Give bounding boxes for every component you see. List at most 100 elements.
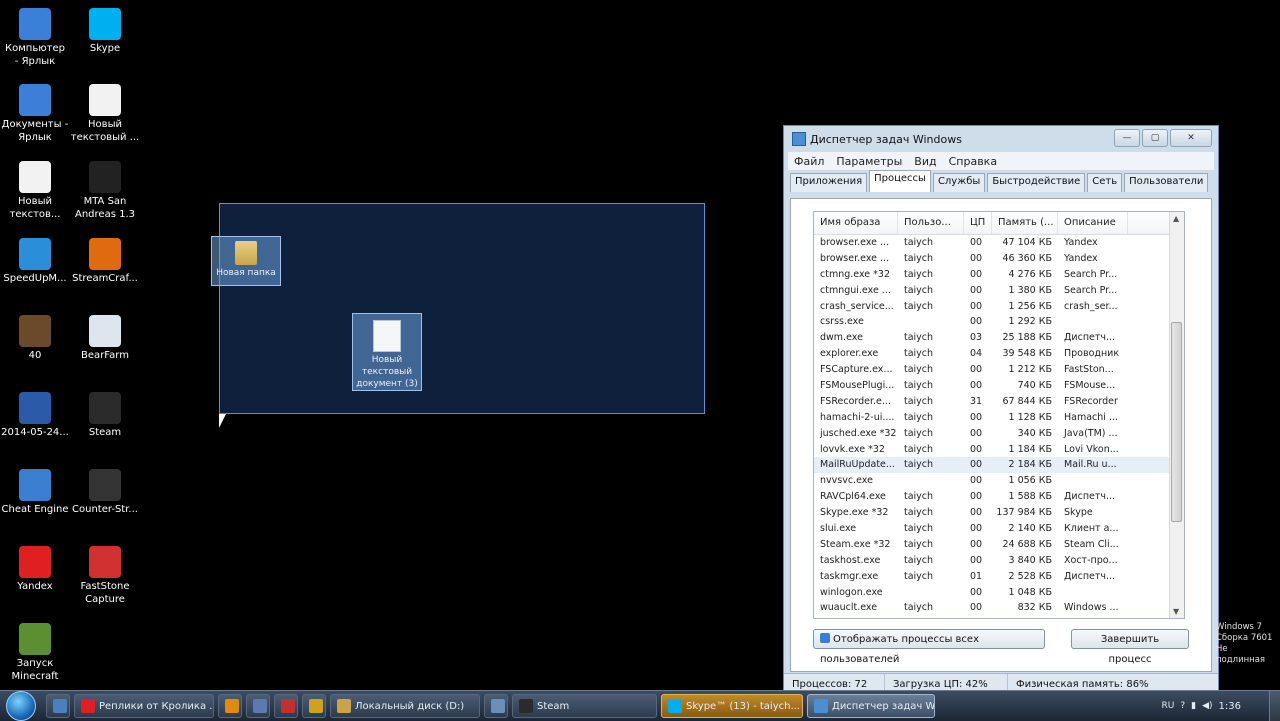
start-button[interactable] xyxy=(0,691,42,721)
desktop-icon[interactable]: Новый текстов... xyxy=(0,161,70,221)
menu-options[interactable]: Параметры xyxy=(836,155,902,168)
table-row[interactable]: explorer.exe taiych 04 39 548 КБ Проводник xyxy=(814,346,1184,362)
taskbar-button[interactable]: Skype™ (13) - taiych... xyxy=(661,694,803,718)
scroll-down-icon[interactable]: ▼ xyxy=(1173,607,1179,616)
tab-network[interactable]: Сеть xyxy=(1087,173,1123,192)
help-icon[interactable]: ? xyxy=(1180,701,1185,711)
selected-folder[interactable]: Новая папка xyxy=(211,236,281,286)
desktop-icon[interactable]: 2014-05-24... xyxy=(0,392,70,439)
table-cell: Search Pr... xyxy=(1064,284,1118,296)
yandex-browser-icon xyxy=(81,699,95,713)
table-row[interactable]: crash_service... taiych 00 1 256 КБ crash_se… xyxy=(814,299,1184,315)
close-button[interactable]: ✕ xyxy=(1170,129,1212,147)
desktop-icon[interactable]: Новый текстовый ... xyxy=(70,84,140,144)
desktop-icon[interactable]: Counter-Str... xyxy=(70,469,140,516)
table-row[interactable]: RAVCpl64.exe taiych 00 1 588 КБ Диспетч... xyxy=(814,489,1184,505)
table-row[interactable]: FSCapture.ex... taiych 00 1 212 КБ FastSton.… xyxy=(814,362,1184,378)
table-row[interactable]: winlogon.exe 00 1 048 КБ xyxy=(814,585,1184,601)
table-row[interactable]: taskhost.exe taiych 00 3 840 КБ Хост-про... xyxy=(814,553,1184,569)
table-row[interactable]: csrss.exe 00 1 292 КБ xyxy=(814,314,1184,330)
menu-view[interactable]: Вид xyxy=(914,155,936,168)
minimize-button[interactable]: — xyxy=(1114,129,1140,147)
desktop-icon[interactable]: Запуск Minecraft xyxy=(0,623,70,683)
column-cpu[interactable]: ЦП xyxy=(964,212,992,234)
table-row[interactable]: wuauclt.exe taiych 00 832 КБ Windows ... xyxy=(814,600,1184,616)
scroll-up-icon[interactable]: ▲ xyxy=(1173,214,1179,223)
taskbar-button[interactable] xyxy=(218,694,242,718)
table-cell: taiych xyxy=(904,284,934,296)
end-process-button[interactable]: Завершить процесс xyxy=(1071,629,1189,665)
table-cell xyxy=(898,473,964,489)
desktop-icon[interactable]: Cheat Engine xyxy=(0,469,70,516)
tab-services[interactable]: Службы xyxy=(932,173,986,192)
desktop-icon[interactable]: Документы - Ярлык xyxy=(0,84,70,144)
desktop-icon[interactable]: Компьютер - Ярлык xyxy=(0,8,70,68)
tab-performance[interactable]: Быстродействие xyxy=(987,173,1086,192)
menu-file[interactable]: Файл xyxy=(794,155,824,168)
table-row[interactable]: FSMousePlugi... taiych 00 740 КБ FSMouse... xyxy=(814,378,1184,394)
table-row[interactable]: taskmgr.exe taiych 01 2 528 КБ Диспетч... xyxy=(814,569,1184,585)
table-cell: browser.exe ... xyxy=(820,237,890,248)
volume-icon[interactable]: ◀) xyxy=(1202,701,1212,711)
taskbar-button[interactable] xyxy=(274,694,298,718)
table-row[interactable]: MailRuUpdate... taiych 00 2 184 КБ Mail.Ru u… xyxy=(814,457,1184,474)
taskbar-button[interactable] xyxy=(484,694,508,718)
selected-text-document[interactable]: Новый текстовый документ (3) xyxy=(352,313,422,391)
task-manager-window[interactable]: Диспетчер задач Windows — ▢ ✕ Файл Парам… xyxy=(783,125,1219,697)
table-row[interactable]: lovvk.exe *32 taiych 00 1 184 КБ Lovi Vkon..… xyxy=(814,442,1184,458)
table-row[interactable]: ctmng.exe *32 taiych 00 4 276 КБ Search Pr..… xyxy=(814,267,1184,283)
table-row[interactable]: slui.exe taiych 00 2 140 КБ Клиент а... xyxy=(814,521,1184,537)
table-cell: 39 548 КБ xyxy=(1002,348,1052,360)
desktop-icon[interactable]: Steam xyxy=(70,392,140,439)
column-user[interactable]: Пользо... xyxy=(898,212,964,234)
column-image-name[interactable]: Имя образа xyxy=(814,212,898,234)
process-table[interactable]: Имя образа Пользо... ЦП Память (... Опис… xyxy=(813,211,1185,619)
desktop-icon[interactable]: MTA San Andreas 1.3 xyxy=(70,161,140,221)
desktop-icon[interactable]: 40 xyxy=(0,315,70,362)
table-row[interactable]: Steam.exe *32 taiych 00 24 688 КБ Steam Cli.… xyxy=(814,537,1184,553)
tab-processes[interactable]: Процессы xyxy=(869,170,931,192)
taskbar-button[interactable]: Steam xyxy=(512,694,657,718)
table-row[interactable]: jusched.exe *32 taiych 00 340 КБ Java(TM) ..… xyxy=(814,426,1184,442)
show-all-processes-button[interactable]: Отображать процессы всех пользователей xyxy=(813,629,1045,665)
desktop-icon-label: FastStone Capture xyxy=(80,581,130,605)
table-row[interactable]: browser.exe ... taiych 00 47 104 КБ Yandex xyxy=(814,235,1184,251)
desktop-icon[interactable]: Skype xyxy=(70,8,140,55)
taskbar-button[interactable]: Локальный диск (D:) xyxy=(330,694,480,718)
table-row[interactable]: hamachi-2-ui.... taiych 00 1 128 КБ Hamachi … xyxy=(814,410,1184,426)
table-row[interactable]: browser.exe ... taiych 00 46 360 КБ Yandex xyxy=(814,251,1184,267)
tab-applications[interactable]: Приложения xyxy=(790,173,868,192)
maximize-button[interactable]: ▢ xyxy=(1142,129,1168,147)
taskbar-button[interactable] xyxy=(246,694,270,718)
show-desktop-button[interactable] xyxy=(1269,691,1280,721)
taskbar-button[interactable]: Диспетчер задач W... xyxy=(807,694,935,718)
table-row[interactable]: ctmngui.exe ... taiych 00 1 380 КБ Search Pr… xyxy=(814,283,1184,299)
column-memory[interactable]: Память (... xyxy=(992,212,1058,234)
vertical-scrollbar[interactable]: ▲ ▼ xyxy=(1169,212,1184,618)
desktop-icon[interactable]: SpeedUpM... xyxy=(0,238,70,285)
taskbar-button[interactable] xyxy=(302,694,326,718)
speedup-icon xyxy=(19,238,51,270)
menu-help[interactable]: Справка xyxy=(949,155,997,168)
desktop-icon[interactable]: Yandex xyxy=(0,546,70,593)
taskbar-button[interactable]: Реплики от Кролика ... xyxy=(74,694,214,718)
desktop-icon[interactable]: BearFarm xyxy=(70,315,140,362)
taskbar-button[interactable] xyxy=(46,694,70,718)
column-description[interactable]: Описание xyxy=(1058,212,1128,234)
table-row[interactable]: FSRecorder.e... taiych 31 67 844 КБ FSRecord… xyxy=(814,394,1184,410)
language-indicator[interactable]: RU xyxy=(1162,701,1175,711)
desktop-icon[interactable]: StreamCraf... xyxy=(70,238,140,285)
table-cell: Search Pr... xyxy=(1064,268,1118,280)
scrollbar-thumb[interactable] xyxy=(1171,322,1182,522)
table-row[interactable]: nvvsvc.exe 00 1 056 КБ xyxy=(814,473,1184,489)
desktop-icon[interactable]: FastStone Capture xyxy=(70,546,140,606)
network-icon[interactable]: ▮ xyxy=(1191,701,1196,711)
table-cell: Проводник xyxy=(1064,348,1120,360)
table-cell: browser.exe ... xyxy=(820,252,890,264)
table-row[interactable]: dwm.exe taiych 03 25 188 КБ Диспетч... xyxy=(814,330,1184,346)
clock[interactable]: 1:36 xyxy=(1219,701,1241,712)
table-cell: crash_ser... xyxy=(1064,300,1118,312)
table-row[interactable]: Skype.exe *32 taiych 00 137 984 КБ Skype xyxy=(814,505,1184,521)
tab-users[interactable]: Пользователи xyxy=(1124,173,1209,192)
title-bar[interactable]: Диспетчер задач Windows — ▢ ✕ xyxy=(784,126,1218,152)
